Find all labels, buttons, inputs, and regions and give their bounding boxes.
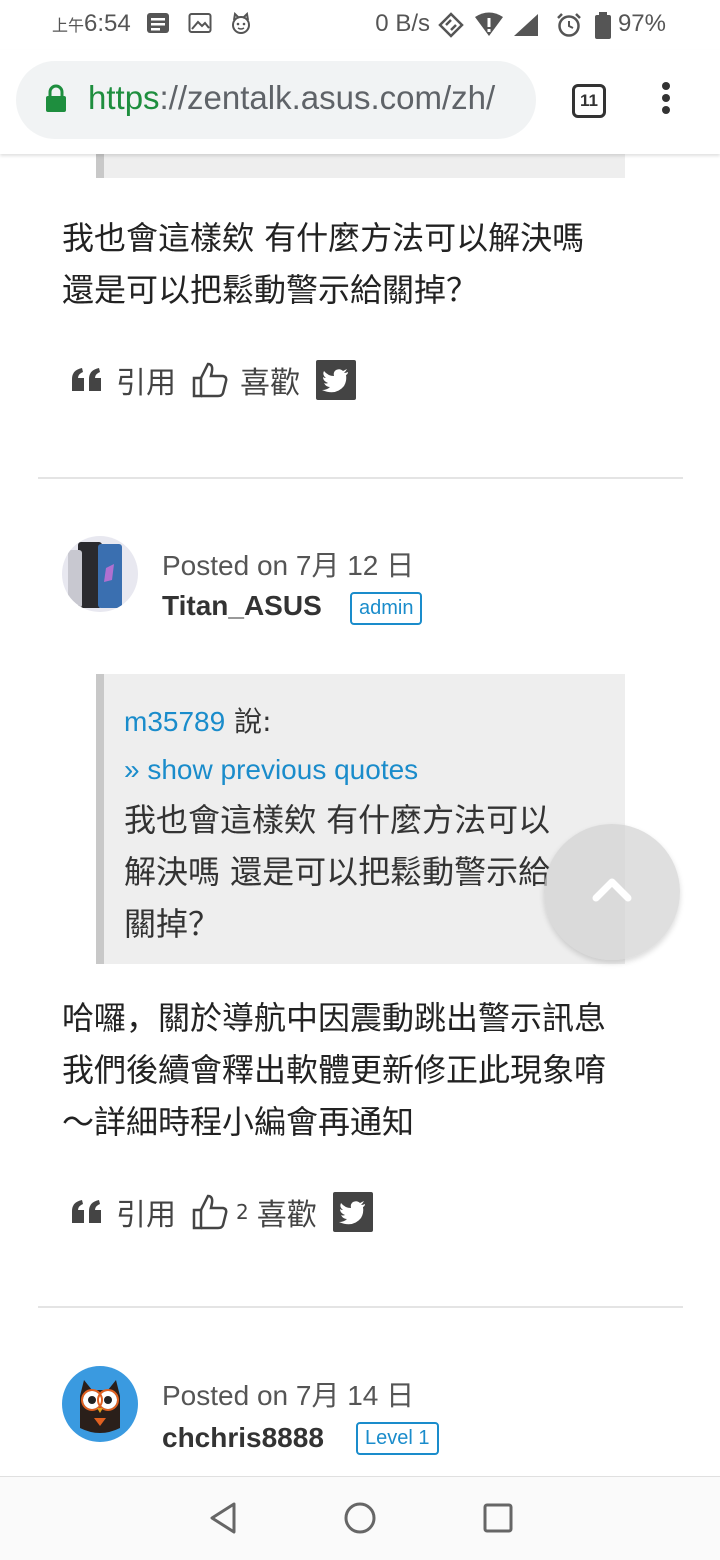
post-text-line: 哈囉，關於導航中因震動跳出警示訊息 xyxy=(62,999,607,1037)
author-name[interactable]: chchris8888 xyxy=(162,1422,324,1454)
recents-icon[interactable] xyxy=(482,1501,514,1535)
lock-icon xyxy=(46,84,66,112)
net-speed: 0 B/s xyxy=(375,10,430,37)
quote-button[interactable]: 引用 xyxy=(116,1190,176,1234)
thumbs-up-icon[interactable] xyxy=(192,1193,228,1231)
quote-icon[interactable] xyxy=(70,367,104,393)
overflow-menu-button[interactable] xyxy=(658,82,674,122)
notes-icon xyxy=(147,13,169,33)
quote-text-line: 解決嗎 還是可以把鬆動警示給 xyxy=(124,853,551,891)
phone-avatar-icon xyxy=(62,536,138,612)
signal-icon xyxy=(514,14,538,36)
address-bar[interactable]: https://zentalk.asus.com/zh/ xyxy=(16,61,536,139)
like-button[interactable]: 喜歡 xyxy=(240,358,300,402)
post-date: Posted on 7月 12 日 xyxy=(162,550,415,581)
level-badge: Level 1 xyxy=(356,1422,439,1455)
battery-level: 97% xyxy=(617,10,666,37)
like-button[interactable]: 喜歡 xyxy=(257,1190,317,1234)
cat-icon xyxy=(232,12,250,34)
battery-icon xyxy=(595,12,611,39)
post-text-line: 我也會這樣欸 有什麼方法可以解決嗎 xyxy=(62,219,585,257)
post-actions: 引用 喜歡 xyxy=(70,358,356,402)
post-body: 哈囉，關於導航中因震動跳出警示訊息 我們後續會釋出軟體更新修正此現象唷 ～詳細時… xyxy=(62,992,662,1148)
quote-box-tail xyxy=(96,154,625,178)
quote-header: m35789 說: xyxy=(124,700,272,740)
avatar[interactable] xyxy=(62,536,138,612)
back-icon[interactable] xyxy=(208,1501,238,1535)
owl-avatar-icon xyxy=(62,1366,138,1442)
author-name[interactable]: Titan_ASUS xyxy=(162,590,322,622)
home-icon[interactable] xyxy=(343,1501,377,1535)
tab-switcher-button[interactable]: 11 xyxy=(572,84,606,118)
post-text-line: 還是可以把鬆動警示給關掉？ xyxy=(62,271,479,309)
twitter-icon[interactable] xyxy=(316,360,356,400)
quote-text-line: 關掉？ xyxy=(124,905,221,943)
quote-says-label: 說: xyxy=(234,705,272,738)
system-nav-bar xyxy=(0,1476,720,1560)
quote-button[interactable]: 引用 xyxy=(116,358,176,402)
scroll-to-top-button[interactable] xyxy=(544,824,680,960)
quote-icon[interactable] xyxy=(70,1199,104,1225)
post-text-line: ～詳細時程小編會再通知 xyxy=(62,1103,415,1141)
status-bar: 上午6:54 0 B/s 97% xyxy=(0,0,720,50)
quote-text-line: 我也會這樣欸 有什麼方法可以 xyxy=(124,801,551,839)
chevron-up-icon xyxy=(592,878,632,902)
thumbs-up-icon[interactable] xyxy=(192,361,228,399)
post-date: Posted on 7月 14 日 xyxy=(162,1380,415,1411)
avatar[interactable] xyxy=(62,1366,138,1442)
quote-text: 我也會這樣欸 有什麼方法可以 解決嗎 還是可以把鬆動警示給 關掉？ xyxy=(124,794,594,950)
post-actions: 引用 2 喜歡 xyxy=(70,1190,373,1234)
post-text-line: 我們後續會釋出軟體更新修正此現象唷 xyxy=(62,1051,607,1089)
sync-icon xyxy=(438,12,464,38)
quote-box: m35789 說: » show previous quotes 我也會這樣欸 … xyxy=(96,674,625,964)
post-divider xyxy=(38,477,683,479)
quote-author-link[interactable]: m35789 xyxy=(124,706,225,737)
alarm-icon xyxy=(557,13,581,37)
status-time: 上午6:54 xyxy=(52,10,131,37)
wifi-icon xyxy=(475,12,503,36)
like-count: 2 xyxy=(236,1200,249,1224)
post-body: 我也會這樣欸 有什麼方法可以解決嗎 還是可以把鬆動警示給關掉？ xyxy=(62,212,662,316)
browser-toolbar: https://zentalk.asus.com/zh/ 11 xyxy=(0,50,720,154)
role-badge: admin xyxy=(350,592,423,625)
url-text: https://zentalk.asus.com/zh/ xyxy=(88,79,496,116)
image-icon xyxy=(188,13,212,33)
twitter-icon[interactable] xyxy=(332,1192,373,1232)
post-divider xyxy=(38,1306,683,1308)
show-previous-quotes-link[interactable]: » show previous quotes xyxy=(124,754,418,786)
